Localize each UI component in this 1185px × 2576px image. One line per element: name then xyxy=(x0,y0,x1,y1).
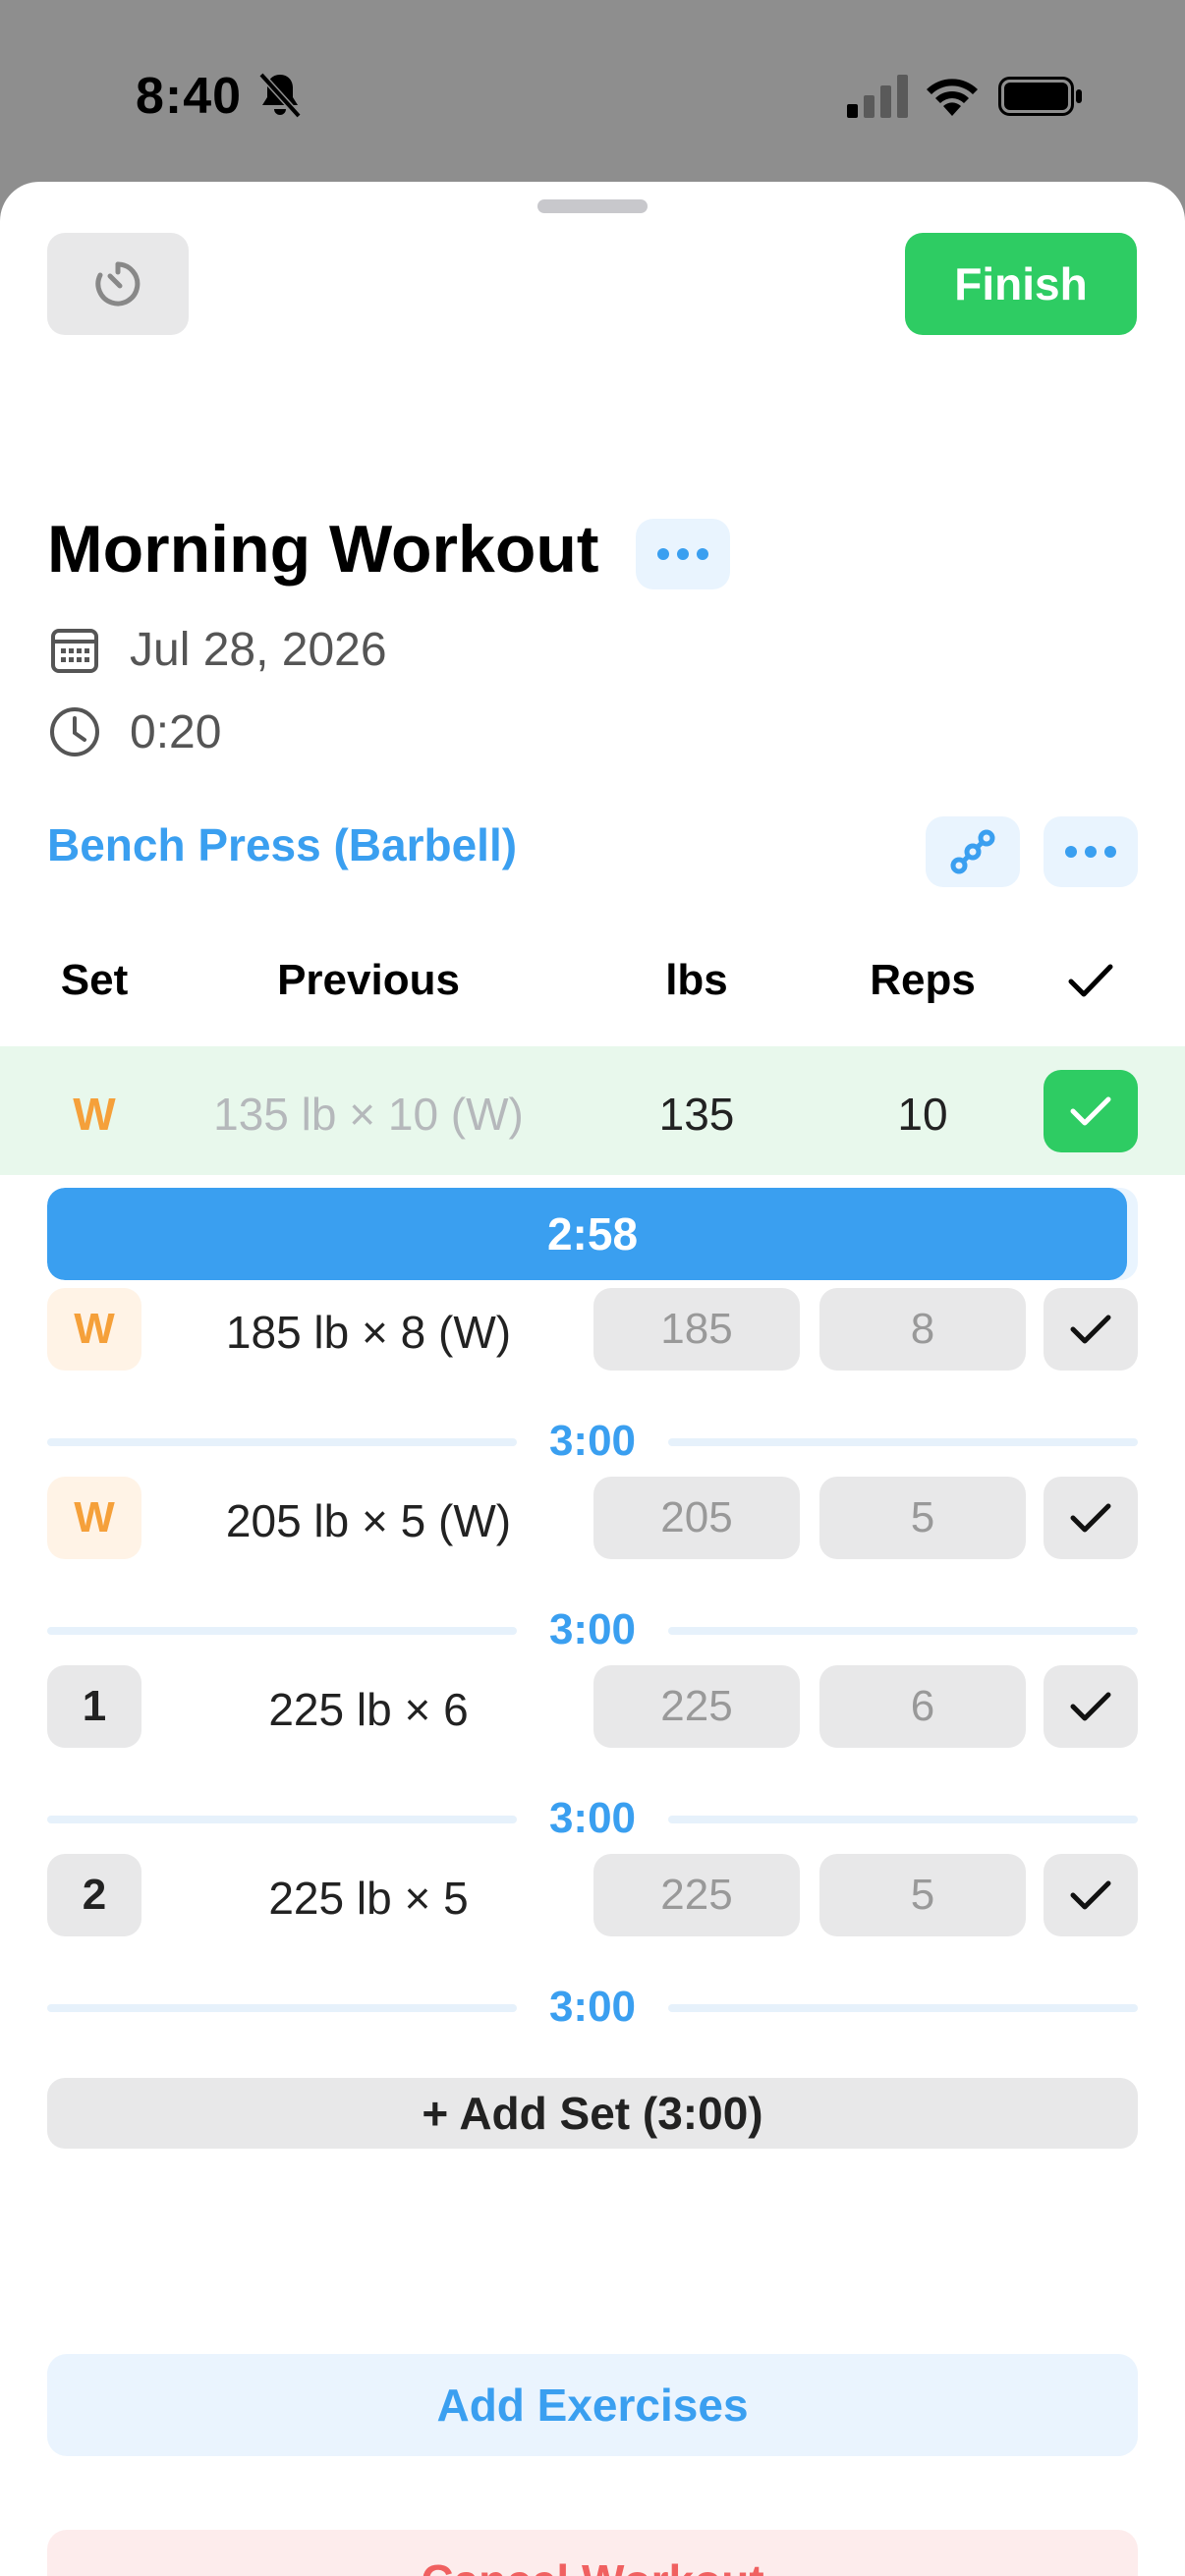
set-check-button[interactable] xyxy=(1044,1854,1138,1936)
set-check-button[interactable] xyxy=(1044,1665,1138,1748)
rest-interval[interactable]: 3:00 xyxy=(47,1417,1138,1465)
status-bar: 8:40 xyxy=(0,0,1185,182)
workout-sheet: Finish Morning Workout Jul 28, 2026 0:20… xyxy=(0,182,1185,2576)
timer-icon xyxy=(95,261,141,307)
completed-set-check-button[interactable] xyxy=(1044,1070,1138,1152)
exercise-options-button[interactable] xyxy=(1044,816,1138,887)
set-previous[interactable]: 225 lb × 6 xyxy=(157,1683,580,1736)
completed-set-reps[interactable]: 10 xyxy=(819,1088,1026,1141)
rest-timer-label: 2:58 xyxy=(546,1208,639,1260)
calendar-icon xyxy=(51,629,98,673)
rest-interval-label: 3:00 xyxy=(548,1605,637,1653)
set-type-badge[interactable]: 1 xyxy=(47,1665,141,1748)
reps-input[interactable]: 8 xyxy=(819,1288,1026,1371)
rest-interval[interactable]: 3:00 xyxy=(47,1983,1138,2031)
check-icon xyxy=(1070,1315,1111,1344)
rest-interval-label: 3:00 xyxy=(548,1794,637,1842)
reps-input[interactable]: 5 xyxy=(819,1854,1026,1936)
completed-set-weight[interactable]: 135 xyxy=(593,1088,800,1141)
battery-icon xyxy=(998,77,1082,116)
reps-input[interactable]: 5 xyxy=(819,1477,1026,1559)
column-previous: Previous xyxy=(277,956,460,1004)
rest-interval-label: 3:00 xyxy=(548,1983,637,2031)
clock-icon xyxy=(50,707,99,756)
rest-interval-label: 3:00 xyxy=(548,1417,637,1465)
set-type-badge[interactable]: 2 xyxy=(47,1854,141,1936)
workout-duration-row: 0:20 xyxy=(47,704,221,759)
cancel-workout-button[interactable]: Cancel Workout xyxy=(47,2530,1138,2576)
set-type-badge[interactable]: W xyxy=(47,1477,141,1559)
link-chain-icon xyxy=(950,829,995,874)
set-previous[interactable]: 225 lb × 5 xyxy=(157,1872,580,1925)
workout-date: Jul 28, 2026 xyxy=(130,623,387,676)
workout-date-row[interactable]: Jul 28, 2026 xyxy=(47,622,387,677)
column-reps: Reps xyxy=(870,956,976,1004)
active-rest-timer[interactable]: 2:58 xyxy=(47,1188,1138,1280)
weight-input[interactable]: 185 xyxy=(593,1288,800,1371)
add-exercises-button[interactable]: Add Exercises xyxy=(47,2354,1138,2456)
bell-slash-icon xyxy=(258,72,302,119)
check-icon xyxy=(1070,1096,1111,1126)
rest-timer-button[interactable] xyxy=(47,233,189,335)
add-set-button[interactable]: + Add Set (3:00) xyxy=(47,2078,1138,2149)
workout-title[interactable]: Morning Workout xyxy=(47,516,599,583)
set-type-badge[interactable]: W xyxy=(47,1288,141,1371)
column-lbs: lbs xyxy=(665,956,728,1004)
workout-options-button[interactable] xyxy=(636,519,730,589)
check-icon xyxy=(1070,1880,1111,1910)
reps-input[interactable]: 6 xyxy=(819,1665,1026,1748)
ellipsis-icon xyxy=(1065,846,1116,858)
sheet-grabber[interactable] xyxy=(537,199,648,213)
finish-button[interactable]: Finish xyxy=(905,233,1137,335)
rest-interval[interactable]: 3:00 xyxy=(47,1605,1138,1653)
check-icon xyxy=(1070,1692,1111,1721)
workout-duration: 0:20 xyxy=(130,705,222,758)
wifi-icon xyxy=(927,79,978,116)
set-previous[interactable]: 185 lb × 8 (W) xyxy=(157,1306,580,1359)
weight-input[interactable]: 205 xyxy=(593,1477,800,1559)
rest-interval[interactable]: 3:00 xyxy=(47,1794,1138,1842)
set-previous[interactable]: 205 lb × 5 (W) xyxy=(157,1494,580,1547)
completed-set-previous[interactable]: 135 lb × 10 (W) xyxy=(157,1088,580,1141)
column-set: Set xyxy=(60,956,129,1004)
superset-button[interactable] xyxy=(926,816,1020,887)
set-check-button[interactable] xyxy=(1044,1477,1138,1559)
ellipsis-icon xyxy=(657,548,708,560)
status-time: 8:40 xyxy=(136,68,243,125)
signal-icon xyxy=(847,75,908,118)
weight-input[interactable]: 225 xyxy=(593,1854,800,1936)
weight-input[interactable]: 225 xyxy=(593,1665,800,1748)
check-icon xyxy=(1070,1503,1111,1533)
completed-set-type[interactable]: W xyxy=(47,1088,141,1141)
column-done-check-icon xyxy=(1068,964,1113,997)
exercise-name[interactable]: Bench Press (Barbell) xyxy=(47,818,517,871)
set-check-button[interactable] xyxy=(1044,1288,1138,1371)
